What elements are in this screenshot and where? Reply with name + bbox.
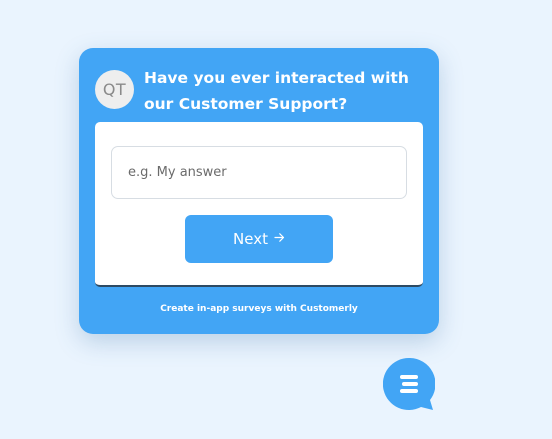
powered-by-link[interactable]: Create in-app surveys with Customerly: [79, 304, 439, 314]
next-button[interactable]: Next: [185, 215, 333, 263]
avatar: QT: [95, 70, 134, 109]
answer-input[interactable]: [111, 146, 407, 199]
chat-menu-icon: [383, 358, 435, 410]
answer-panel: Next: [95, 122, 423, 287]
next-button-label: Next: [233, 230, 268, 248]
survey-widget: QT Have you ever interacted with our Cus…: [79, 48, 439, 334]
avatar-initials: QT: [102, 80, 127, 99]
survey-question: Have you ever interacted with our Custom…: [144, 69, 409, 113]
arrow-right-icon: [274, 232, 285, 246]
chat-launcher-button[interactable]: [383, 358, 435, 410]
